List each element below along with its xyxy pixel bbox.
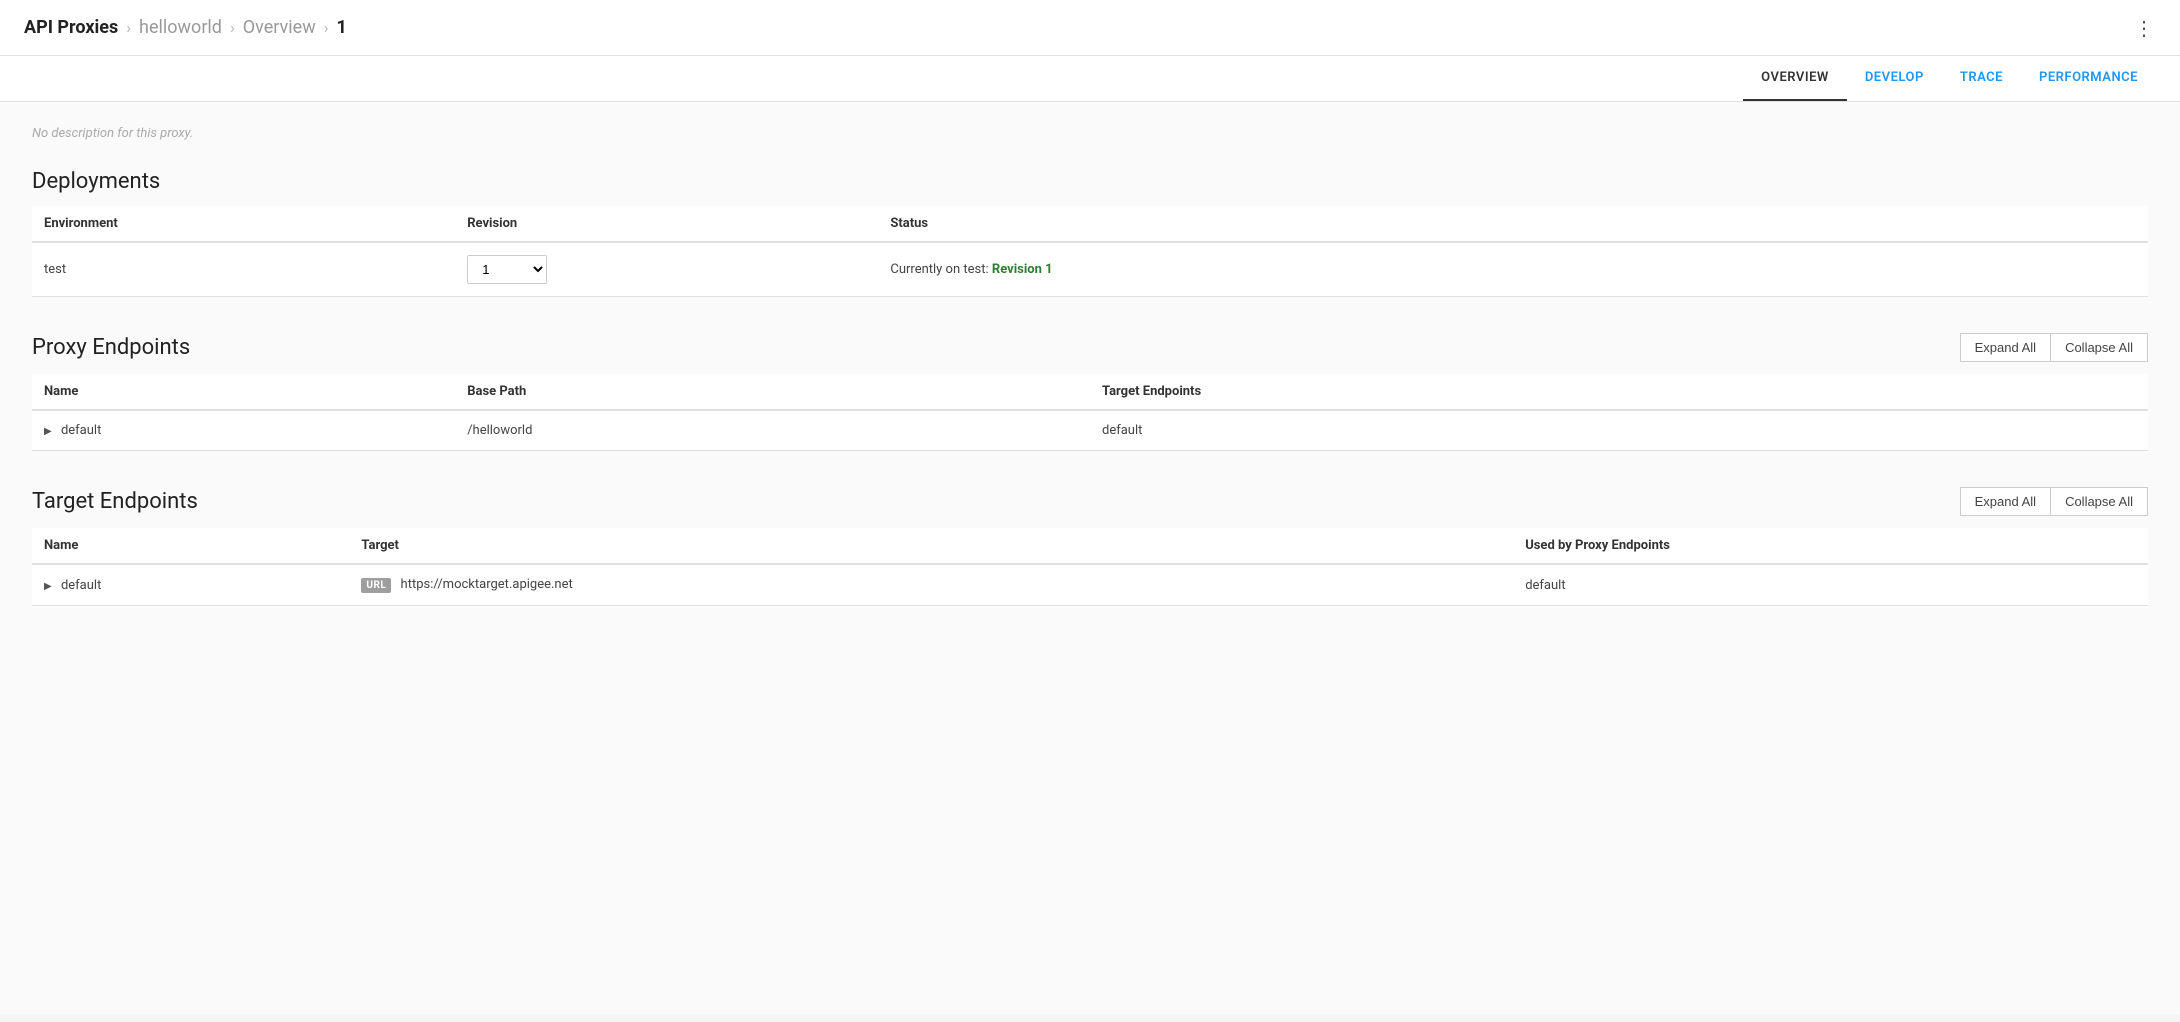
proxy-endpoints-title: Proxy Endpoints: [32, 335, 190, 360]
table-row: ▶ default /helloworld default: [32, 410, 2148, 451]
target-endpoints-title: Target Endpoints: [32, 489, 198, 514]
main-content: No description for this proxy. Deploymen…: [0, 102, 2180, 1014]
tab-develop[interactable]: DEVELOP: [1847, 56, 1942, 101]
breadcrumb: API Proxies › helloworld › Overview › 1: [24, 17, 347, 38]
target-endpoints-btn-group: Expand All Collapse All: [1960, 487, 2148, 516]
target-endpoint-url: https://mocktarget.apigee.net: [401, 577, 573, 592]
target-endpoints-col-name: Name: [32, 528, 349, 564]
proxy-endpoints-col-targets: Target Endpoints: [1090, 374, 2148, 410]
proxy-endpoints-collapse-all-button[interactable]: Collapse All: [2050, 333, 2148, 362]
breadcrumb-overview[interactable]: Overview: [243, 17, 316, 38]
proxy-endpoint-targets: default: [1090, 410, 2148, 451]
target-endpoints-col-target: Target: [349, 528, 1513, 564]
deployments-col-status: Status: [878, 206, 2148, 242]
proxy-endpoint-name-label[interactable]: default: [61, 423, 101, 438]
tabs-bar: OVERVIEW DEVELOP TRACE PERFORMANCE: [0, 56, 2180, 102]
breadcrumb-revision: 1: [337, 17, 347, 38]
proxy-endpoints-header: Proxy Endpoints Expand All Collapse All: [32, 333, 2148, 362]
tab-trace[interactable]: TRACE: [1942, 56, 2021, 101]
deployments-col-revision: Revision: [455, 206, 878, 242]
proxy-endpoints-table-header-row: Name Base Path Target Endpoints: [32, 374, 2148, 410]
breadcrumb-sep-2: ›: [230, 18, 235, 37]
table-row: test 1 Currently on test: Revision 1: [32, 242, 2148, 297]
proxy-endpoints-expand-all-button[interactable]: Expand All: [1960, 333, 2050, 362]
deployments-title: Deployments: [32, 169, 160, 194]
breadcrumb-helloworld[interactable]: helloworld: [139, 17, 222, 38]
proxy-endpoints-col-name: Name: [32, 374, 455, 410]
revision-select[interactable]: 1: [467, 255, 547, 284]
header-menu-icon[interactable]: ⋮: [2134, 16, 2156, 40]
target-endpoints-table: Name Target Used by Proxy Endpoints ▶ de…: [32, 528, 2148, 606]
header: API Proxies › helloworld › Overview › 1 …: [0, 0, 2180, 56]
url-badge: URL: [361, 578, 391, 593]
proxy-endpoints-section: Proxy Endpoints Expand All Collapse All …: [32, 333, 2148, 451]
target-endpoint-target: URL https://mocktarget.apigee.net: [349, 564, 1513, 606]
deployment-environment: test: [32, 242, 455, 297]
deployment-revision-cell: 1: [455, 242, 878, 297]
proxy-endpoint-basepath: /helloworld: [455, 410, 1090, 451]
breadcrumb-sep-1: ›: [126, 18, 131, 37]
breadcrumb-sep-3: ›: [324, 18, 329, 37]
breadcrumb-api-proxies[interactable]: API Proxies: [24, 17, 118, 38]
proxy-endpoint-name: ▶ default: [32, 410, 455, 451]
tab-overview[interactable]: OVERVIEW: [1743, 56, 1847, 101]
deployments-header: Deployments: [32, 169, 2148, 194]
target-endpoints-table-header-row: Name Target Used by Proxy Endpoints: [32, 528, 2148, 564]
target-endpoint-usedby: default: [1513, 564, 2148, 606]
target-endpoint-name: ▶ default: [32, 564, 349, 606]
proxy-endpoints-btn-group: Expand All Collapse All: [1960, 333, 2148, 362]
tab-performance[interactable]: PERFORMANCE: [2021, 56, 2156, 101]
target-endpoint-name-label[interactable]: default: [61, 578, 101, 593]
target-endpoints-section: Target Endpoints Expand All Collapse All…: [32, 487, 2148, 606]
deployments-table-header-row: Environment Revision Status: [32, 206, 2148, 242]
proxy-endpoints-table: Name Base Path Target Endpoints ▶ defaul…: [32, 374, 2148, 451]
deployment-status: Currently on test: Revision 1: [878, 242, 2148, 297]
table-row: ▶ default URL https://mocktarget.apigee.…: [32, 564, 2148, 606]
proxy-endpoints-col-basepath: Base Path: [455, 374, 1090, 410]
target-endpoints-expand-all-button[interactable]: Expand All: [1960, 487, 2050, 516]
deployments-section: Deployments Environment Revision Status …: [32, 169, 2148, 297]
expand-arrow-icon: ▶: [44, 581, 52, 592]
target-endpoints-col-usedby: Used by Proxy Endpoints: [1513, 528, 2148, 564]
expand-arrow-icon: ▶: [44, 426, 52, 437]
deployments-table: Environment Revision Status test 1 Curre…: [32, 206, 2148, 297]
status-revision: Revision 1: [992, 262, 1053, 277]
proxy-description: No description for this proxy.: [32, 126, 2148, 141]
status-prefix: Currently on test:: [890, 262, 988, 277]
target-endpoints-collapse-all-button[interactable]: Collapse All: [2050, 487, 2148, 516]
deployments-col-environment: Environment: [32, 206, 455, 242]
target-endpoints-header: Target Endpoints Expand All Collapse All: [32, 487, 2148, 516]
